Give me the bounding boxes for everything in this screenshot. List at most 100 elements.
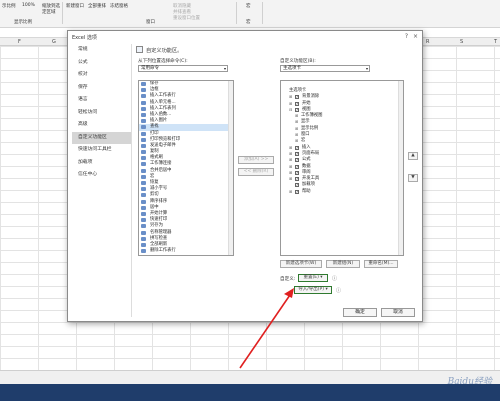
command-icon: [141, 131, 146, 136]
add-button[interactable]: 添加(A) >>: [238, 156, 274, 164]
ok-button[interactable]: 确定: [343, 308, 377, 317]
command-icon: [141, 100, 146, 105]
command-label: 合并后居中: [150, 167, 172, 173]
arrange-all-button[interactable]: 全部重排: [88, 3, 106, 9]
command-label: 查找: [150, 124, 159, 130]
command-icon: [141, 94, 146, 99]
close-icon[interactable]: ×: [413, 33, 418, 40]
commands-list[interactable]: 保存 边框 插入工作表行 插入单元格... 插入工作表列 插入函数... 插入图片 查找 打印打…: [138, 80, 234, 256]
cancel-button[interactable]: 取消: [381, 308, 415, 317]
command-label: 减小字号: [150, 186, 168, 192]
ribbon: 示比例 100% 缩放到选定区域 显示比例 新建窗口 全部重排 冻结窗格 取消隐…: [0, 0, 500, 28]
zoom-button[interactable]: 示比例: [2, 3, 16, 9]
zoom-100-button[interactable]: 100%: [22, 3, 35, 8]
ribbon-tree-scrollbar[interactable]: [398, 81, 403, 255]
column-label[interactable]: F: [18, 39, 21, 45]
command-icon: [141, 205, 146, 210]
column-label[interactable]: G: [52, 39, 56, 45]
tab-checkbox[interactable]: ✓: [295, 151, 299, 156]
command-icon: [141, 218, 146, 223]
tab-checkbox[interactable]: ✓: [295, 145, 299, 150]
tab-checkbox[interactable]: ✓: [295, 107, 299, 112]
nav-item-add-ins[interactable]: 加载项: [72, 157, 131, 170]
command-icon: [141, 119, 146, 124]
import-export-dropdown[interactable]: 导入/导出(P) ▾: [294, 286, 332, 294]
command-icon: [141, 162, 146, 167]
column-label[interactable]: S: [460, 39, 463, 45]
reset-window-button[interactable]: 重设窗口位置: [173, 15, 200, 21]
ribbon-settings-icon: [136, 46, 143, 53]
sheet-tab-bar[interactable]: [0, 370, 500, 384]
command-label: 复制: [150, 149, 159, 155]
command-list-item[interactable]: 删除工作表行: [139, 248, 233, 254]
expand-toggle-icon[interactable]: ⊞: [289, 189, 292, 195]
command-icon: [141, 224, 146, 229]
nav-item-general[interactable]: 常规: [72, 44, 131, 57]
command-label: 边框: [150, 87, 159, 93]
excel-options-dialog: Excel 选项 ? × 常规 公式 校对 保存 语言 轻松访问 高级 自定义功…: [67, 30, 423, 322]
ribbon-tree-item[interactable]: ⊞ ✓ 帮助: [281, 189, 403, 195]
command-label: 打印预览和打印: [150, 136, 181, 142]
ribbon-tree[interactable]: 主选项卡 ⊞ ✓ 背景消除 ⊞ ✓ 开始 ⊟ ✓ 视图 ⊞ 工作簿视图 ⊞ 显示 ⊞ 显示比例 ⊞ 窗口 ⊞ 宏 ⊞ ✓ 插…: [280, 80, 404, 256]
nav-item-advanced[interactable]: 高级: [72, 119, 131, 132]
command-icon: [141, 150, 146, 155]
panel-heading: 自定义功能区。: [146, 48, 183, 54]
rename-button[interactable]: 重命名(M)...: [364, 260, 398, 268]
command-icon: [141, 88, 146, 93]
customize-ribbon-select[interactable]: 主选项卡 ▾: [280, 65, 370, 72]
new-window-button[interactable]: 新建窗口: [66, 3, 84, 9]
command-icon: [141, 137, 146, 142]
ribbon-separator: [62, 2, 63, 24]
command-icon: [141, 125, 146, 130]
commands-from-select[interactable]: 常用命令 ▾: [138, 65, 228, 72]
nav-item-save[interactable]: 保存: [72, 82, 131, 95]
info-icon: ⓘ: [332, 276, 338, 282]
command-label: 快速打印: [150, 217, 168, 223]
macro-button[interactable]: 宏: [246, 3, 251, 9]
nav-item-formulas[interactable]: 公式: [72, 57, 131, 70]
move-down-button[interactable]: ▼: [408, 174, 418, 182]
zoom-group-label: 显示比例: [14, 20, 32, 25]
remove-button[interactable]: << 删除(R): [238, 168, 274, 176]
tab-checkbox[interactable]: ✓: [295, 183, 299, 188]
new-tab-button[interactable]: 新建选项卡(W): [280, 260, 322, 268]
nav-item-accessibility[interactable]: 轻松访问: [72, 107, 131, 120]
command-label: 插入图片: [150, 118, 168, 124]
command-icon: [141, 242, 146, 247]
nav-item-language[interactable]: 语言: [72, 94, 131, 107]
chevron-down-icon: ▾: [223, 66, 226, 71]
nav-item-customize-ribbon[interactable]: 自定义功能区: [72, 131, 131, 144]
command-label: 插入函数...: [150, 111, 172, 117]
command-label: 拼写检查: [150, 235, 168, 241]
tab-checkbox[interactable]: ✓: [295, 177, 299, 182]
tab-checkbox[interactable]: ✓: [295, 170, 299, 175]
command-label: 保存: [150, 81, 159, 86]
customize-ribbon-value: 主选项卡: [283, 66, 301, 71]
tab-checkbox[interactable]: ✓: [295, 95, 299, 100]
help-icon[interactable]: ?: [405, 33, 408, 40]
move-up-button[interactable]: ▲: [408, 152, 418, 160]
command-icon: [141, 193, 146, 198]
command-label: 另存为: [150, 223, 163, 229]
nav-item-proofing[interactable]: 校对: [72, 69, 131, 82]
column-label[interactable]: T: [494, 39, 497, 45]
command-label: 宏: [150, 173, 155, 179]
tab-checkbox[interactable]: ✓: [295, 189, 299, 194]
command-label: 全部刷新: [150, 241, 168, 247]
command-icon: [141, 82, 146, 86]
command-icon: [141, 181, 146, 185]
reset-dropdown[interactable]: 重置(E) ▾: [298, 274, 328, 282]
new-group-button[interactable]: 新建组(N): [326, 260, 360, 268]
zoom-selection-button[interactable]: 缩放到选定区域: [42, 3, 62, 15]
tab-checkbox[interactable]: ✓: [295, 164, 299, 169]
nav-item-trust-center[interactable]: 信任中心: [72, 169, 131, 182]
nav-item-quick-access-toolbar[interactable]: 快速访问工具栏: [72, 144, 131, 157]
column-label[interactable]: R: [426, 39, 429, 45]
commands-scrollbar[interactable]: [228, 81, 233, 255]
freeze-panes-button[interactable]: 冻结窗格: [110, 3, 128, 9]
right-combo-label: 自定义功能区(B):: [280, 59, 316, 64]
tab-checkbox[interactable]: ✓: [295, 101, 299, 106]
tab-checkbox[interactable]: ✓: [295, 158, 299, 163]
command-icon: [141, 156, 146, 161]
taskbar[interactable]: [0, 384, 500, 401]
